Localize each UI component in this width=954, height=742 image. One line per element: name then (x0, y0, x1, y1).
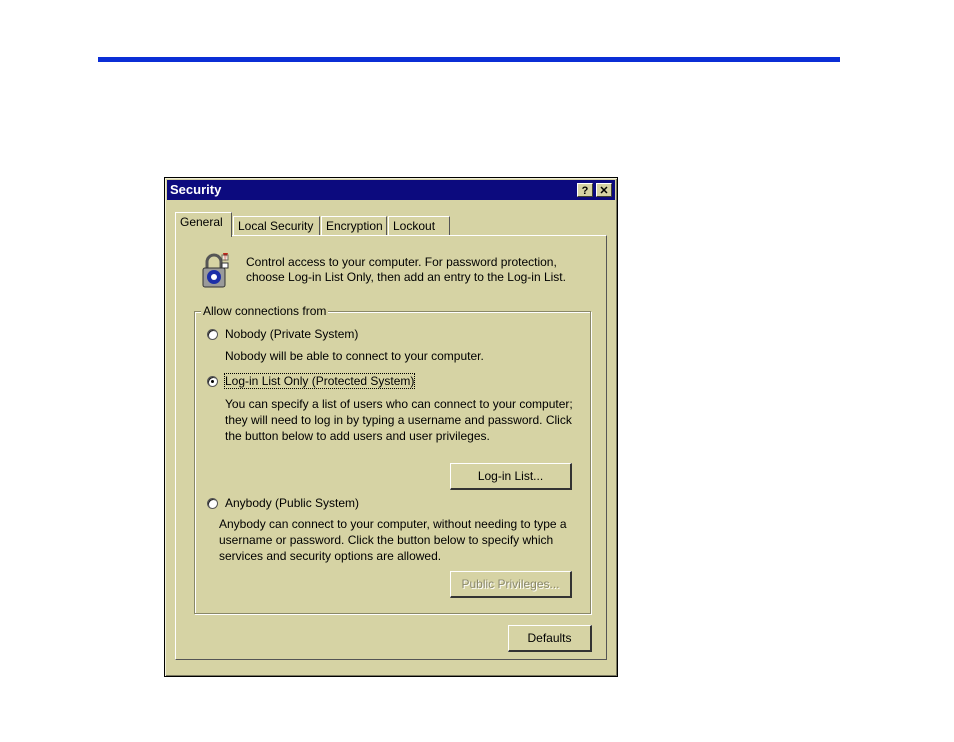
tab-general[interactable]: General (175, 212, 232, 237)
option-desc-nobody: Nobody will be able to connect to your c… (225, 349, 484, 363)
option-desc-login-list: You can specify a list of users who can … (225, 397, 573, 443)
security-lock-icon (202, 253, 229, 288)
public-privileges-button[interactable]: Public Privileges... (450, 571, 572, 598)
option-label-nobody[interactable]: Nobody (Private System) (225, 327, 358, 341)
tab-local-security[interactable]: Local Security (233, 216, 320, 236)
radio-selected-dot (211, 380, 214, 383)
slide-header-rule (98, 57, 840, 62)
option-desc-anybody: Anybody can connect to your computer, wi… (219, 517, 567, 563)
tab-lockout[interactable]: Lockout (388, 216, 450, 236)
close-button[interactable]: ✕ (596, 183, 612, 197)
defaults-button[interactable]: Defaults (508, 625, 592, 652)
radio-nobody[interactable] (207, 329, 218, 340)
option-label-login-list[interactable]: Log-in List Only (Protected System) (223, 373, 416, 389)
title-bar[interactable]: Security ? ✕ (167, 180, 615, 200)
radio-login-list[interactable] (207, 376, 218, 387)
help-button[interactable]: ? (577, 183, 593, 197)
login-list-button[interactable]: Log-in List... (450, 463, 572, 490)
security-dialog: Security ? ✕ General Local Security Encr… (164, 177, 618, 677)
tab-encryption[interactable]: Encryption (321, 216, 387, 236)
group-label: Allow connections from (201, 304, 329, 318)
intro-text: Control access to your computer. For pas… (246, 255, 566, 284)
option-label-anybody[interactable]: Anybody (Public System) (225, 496, 359, 510)
dialog-title: Security (170, 182, 222, 197)
radio-anybody[interactable] (207, 498, 218, 509)
